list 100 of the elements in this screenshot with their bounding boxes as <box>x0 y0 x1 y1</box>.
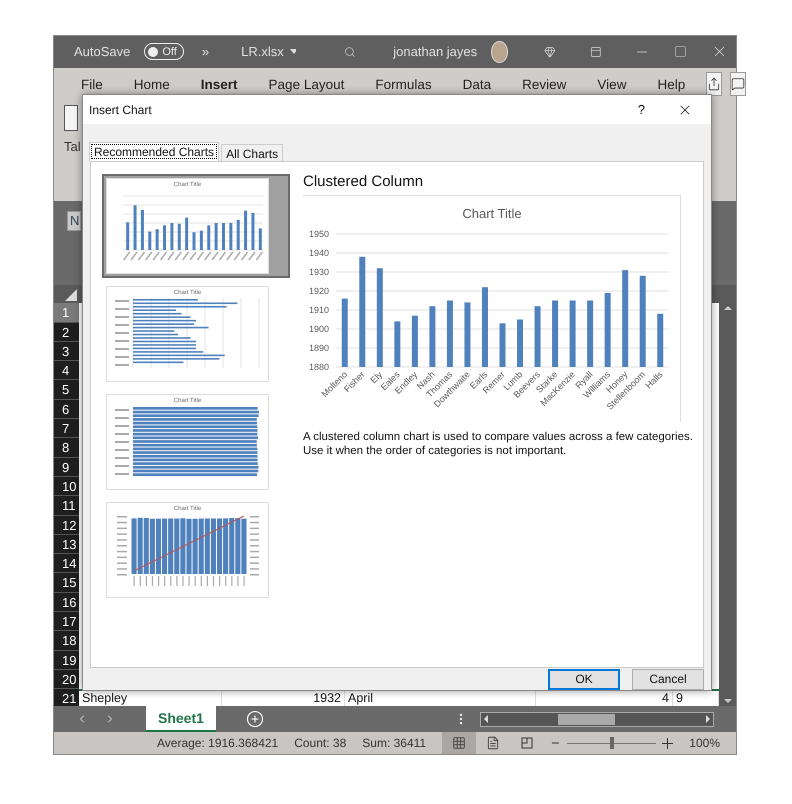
tick-labels-drawing <box>114 409 128 475</box>
row-header[interactable]: 20 <box>54 670 79 690</box>
thumbnail-bar <box>140 210 144 250</box>
thumbnail-bar <box>177 224 180 250</box>
scroll-right-icon[interactable] <box>706 715 710 723</box>
dialog-tab[interactable]: Recommended Charts <box>89 142 220 161</box>
column-bar <box>587 300 594 367</box>
column-bar <box>570 300 576 367</box>
share-button[interactable] <box>706 72 722 96</box>
row-header[interactable]: 15 <box>54 573 79 593</box>
thumbnail-bar <box>244 210 247 250</box>
axis-tick-label: 1890 <box>308 343 329 353</box>
thumbnail-bar <box>221 223 224 250</box>
row-header[interactable]: 3 <box>54 342 79 362</box>
user-name: jonathan jayes <box>393 44 478 60</box>
row-header[interactable]: 10 <box>54 476 79 496</box>
thumbnail-bar <box>162 225 166 250</box>
thumbnail-bar <box>148 231 151 250</box>
ribbon-tab[interactable]: Data <box>452 76 502 92</box>
count-value: Count: 38 <box>294 736 346 750</box>
scroll-thumb[interactable] <box>558 714 615 724</box>
table-icon[interactable] <box>64 104 78 131</box>
normal-view-button[interactable] <box>442 732 476 754</box>
dialog-button[interactable]: OK <box>548 668 620 690</box>
row-header[interactable]: 13 <box>54 534 79 554</box>
zoom-in-icon[interactable] <box>662 738 674 748</box>
row-header[interactable]: 18 <box>54 631 79 651</box>
help-button[interactable]: ? <box>638 102 645 117</box>
column-bar <box>464 302 470 367</box>
axis-tick-label: 1940 <box>308 248 329 258</box>
row-header[interactable]: 6 <box>54 400 79 420</box>
thumbnail-bar <box>214 223 218 250</box>
row-header[interactable]: 9 <box>54 458 79 477</box>
page-icon <box>486 736 500 750</box>
dialog-button[interactable]: Cancel <box>632 668 704 690</box>
autosave-toggle[interactable]: Off <box>144 43 184 60</box>
axis-tick-label: 1950 <box>308 229 329 239</box>
autosave-label: AutoSave <box>74 44 130 60</box>
ribbon-tab[interactable]: File <box>71 76 113 92</box>
avatar[interactable] <box>491 40 508 63</box>
row-header[interactable]: 4 <box>54 361 79 380</box>
thumbnail-bar <box>236 220 240 250</box>
tick-labels-drawing <box>114 300 128 366</box>
ribbon-tab[interactable]: Insert <box>190 76 248 92</box>
thumbnail-bar <box>250 212 254 250</box>
file-name[interactable]: LR.xlsx <box>241 44 284 60</box>
axis-tick-label: 1920 <box>308 286 329 296</box>
add-sheet-icon[interactable] <box>246 710 264 728</box>
ribbon-tab[interactable]: Home <box>124 76 180 92</box>
row-header[interactable]: 19 <box>54 650 79 670</box>
ribbon-tab[interactable]: Review <box>512 76 576 92</box>
row-header[interactable]: 16 <box>54 592 79 612</box>
row-header[interactable]: 11 <box>54 496 79 516</box>
column-bar <box>500 323 506 367</box>
row-header[interactable]: 7 <box>54 419 79 438</box>
thumbnail-bar <box>155 229 158 250</box>
comments-button[interactable] <box>730 72 746 96</box>
chart-type-heading: Clustered Column <box>303 173 424 192</box>
chart-description: A clustered column chart is used to compare values across a few categories. Use it when the order of categories is not important. <box>303 430 694 458</box>
column-bar <box>342 298 348 367</box>
row-header[interactable]: 5 <box>54 380 79 400</box>
thumbnail-bar <box>199 230 202 250</box>
zoom-thumb[interactable] <box>610 737 614 749</box>
row-header[interactable]: 2 <box>54 322 79 342</box>
row-header[interactable]: 14 <box>54 554 79 574</box>
ribbon-tab[interactable]: View <box>587 76 636 92</box>
grid-icon <box>452 736 466 750</box>
triangle-icon <box>65 289 77 302</box>
row-header[interactable]: 8 <box>54 438 79 458</box>
column-bar <box>657 314 664 367</box>
axis-tick-label: 1910 <box>308 305 329 315</box>
thumbnail-bar <box>258 228 262 250</box>
column-bar <box>534 306 541 367</box>
axis-tick-label: 1900 <box>308 324 329 334</box>
ribbon-tab[interactable]: Help <box>647 76 696 92</box>
sheet-tab[interactable]: Sheet1 <box>146 706 216 732</box>
row-header[interactable]: 17 <box>54 612 79 632</box>
thumbnail-bar <box>206 225 210 250</box>
caret-icon[interactable] <box>290 49 296 54</box>
more-commands[interactable]: » <box>202 44 210 60</box>
tick-labels-drawing <box>116 516 126 576</box>
row-header[interactable]: 1 <box>54 303 79 323</box>
scroll-left-icon[interactable] <box>484 715 488 723</box>
maximize-icon[interactable] <box>674 45 688 58</box>
row-header[interactable]: 12 <box>54 516 79 535</box>
thumbnail-bar <box>126 222 129 250</box>
ribbon-tab[interactable]: Page Layout <box>258 76 354 92</box>
zoom-level[interactable]: 100% <box>689 736 720 750</box>
thumbnail-bar <box>192 232 195 250</box>
column-bar <box>552 300 558 367</box>
scroll-up-icon[interactable] <box>724 306 732 310</box>
name-box[interactable]: N <box>67 210 81 230</box>
page-break-icon <box>521 737 534 749</box>
ribbon-tab[interactable]: Formulas <box>365 76 442 92</box>
thumbnail-bar <box>133 205 136 250</box>
column-bar <box>517 320 524 367</box>
dialog-tab[interactable]: All Charts <box>221 144 284 161</box>
axis-tick-label: 1930 <box>308 267 329 277</box>
row-header[interactable]: 21 <box>54 689 79 706</box>
dialog-title: Insert Chart <box>89 102 152 116</box>
